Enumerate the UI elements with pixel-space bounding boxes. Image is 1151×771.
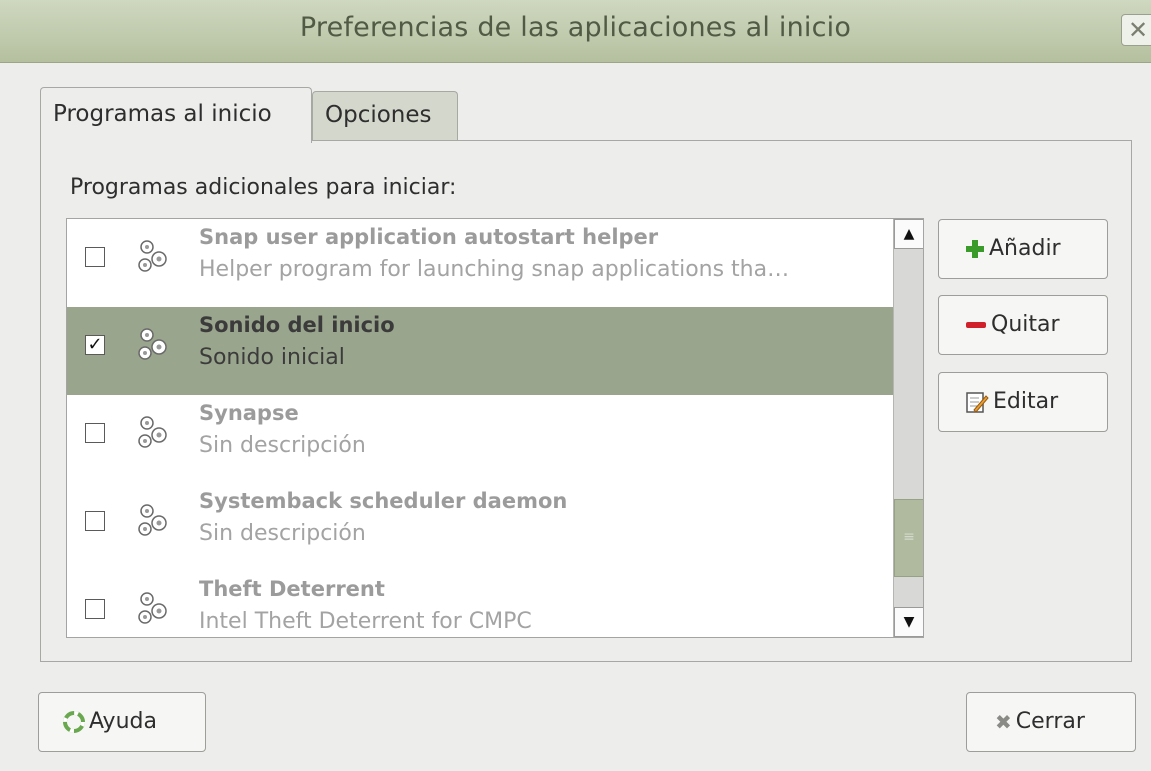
enable-checkbox[interactable]: ✓ <box>85 335 105 355</box>
scroll-down-arrow-icon[interactable]: ▼ <box>894 607 923 637</box>
list-item[interactable]: Theft Deterrent Intel Theft Deterrent fo… <box>67 571 893 637</box>
program-name: Theft Deterrent <box>199 577 385 601</box>
program-name: Synapse <box>199 401 299 425</box>
enable-checkbox[interactable] <box>85 511 105 531</box>
enable-checkbox[interactable] <box>85 247 105 267</box>
gears-icon <box>138 240 167 272</box>
program-description: Sonido inicial <box>199 345 345 370</box>
window-close-button[interactable]: ✕ <box>1121 14 1151 46</box>
help-button[interactable]: Ayuda <box>38 692 206 752</box>
program-description: Sin descripción <box>199 433 366 458</box>
edit-button-label: Editar <box>993 389 1059 414</box>
program-description: Intel Theft Deterrent for CMPC <box>199 609 532 634</box>
plus-icon <box>966 240 984 258</box>
edit-document-icon <box>966 392 989 413</box>
help-button-label: Ayuda <box>89 709 157 734</box>
list-item[interactable]: ✓ Sonido del inicio Sonido inicial <box>67 307 893 395</box>
gears-icon <box>138 504 167 536</box>
add-button[interactable]: Añadir <box>938 219 1108 279</box>
enable-checkbox[interactable] <box>85 599 105 619</box>
enable-checkbox[interactable] <box>85 423 105 443</box>
window-title: Preferencias de las aplicaciones al inic… <box>299 12 852 43</box>
gears-icon <box>138 592 167 624</box>
program-description: Sin descripción <box>199 521 366 546</box>
list-item[interactable]: Systemback scheduler daemon Sin descripc… <box>67 483 893 571</box>
minus-icon <box>966 322 986 328</box>
close-icon: ✖ <box>995 710 1012 734</box>
section-label: Programas adicionales para iniciar: <box>70 175 457 200</box>
tab-opciones[interactable]: Opciones <box>312 91 458 141</box>
remove-button-label: Quitar <box>991 312 1060 337</box>
scrollbar-thumb[interactable]: ≡ <box>894 499 923 577</box>
remove-button[interactable]: Quitar <box>938 295 1108 355</box>
program-name: Snap user application autostart helper <box>199 225 659 249</box>
list-item[interactable]: Snap user application autostart helper H… <box>67 219 893 307</box>
scroll-up-arrow-icon[interactable]: ▲ <box>894 219 923 249</box>
edit-button[interactable]: Editar <box>938 372 1108 432</box>
list-item[interactable]: Synapse Sin descripción <box>67 395 893 483</box>
vertical-scrollbar[interactable]: ▲ ≡ ▼ <box>893 219 923 637</box>
add-button-label: Añadir <box>989 236 1061 261</box>
gears-icon <box>138 328 167 360</box>
help-lifebuoy-icon <box>63 711 85 733</box>
close-button[interactable]: ✖ Cerrar <box>966 692 1136 752</box>
program-description: Helper program for launching snap applic… <box>199 257 790 282</box>
title-bar: Preferencias de las aplicaciones al inic… <box>0 0 1151 63</box>
program-name: Systemback scheduler daemon <box>199 489 568 513</box>
tab-programas-al-inicio[interactable]: Programas al inicio <box>40 87 312 143</box>
gears-icon <box>138 416 167 448</box>
close-button-label: Cerrar <box>1015 709 1085 734</box>
program-name: Sonido del inicio <box>199 313 395 337</box>
program-list[interactable]: Snap user application autostart helper H… <box>66 218 924 638</box>
